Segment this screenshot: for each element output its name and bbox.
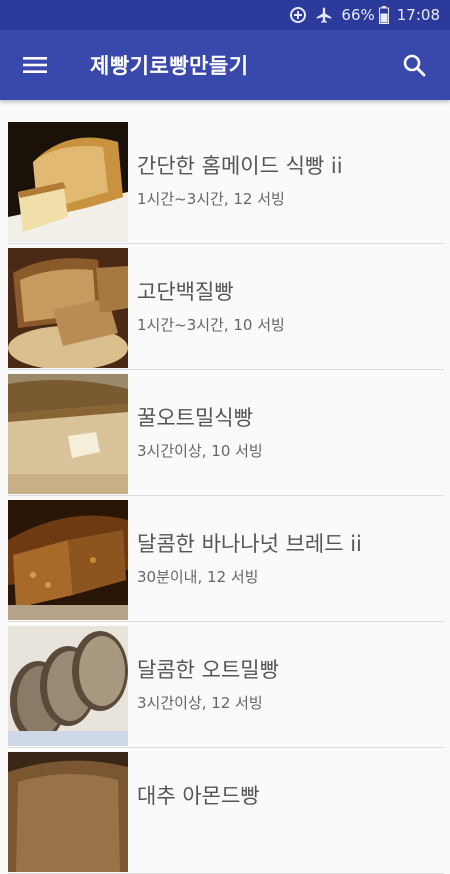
clock: 17:08 <box>396 6 440 24</box>
recipe-meta: 3시간이상, 10 서빙 <box>137 442 263 460</box>
recipe-name: 꿀오트밀식빵 <box>137 406 253 430</box>
battery-icon <box>378 6 389 24</box>
app-bar: 제빵기로빵만들기 <box>0 30 450 100</box>
search-button[interactable] <box>386 30 442 100</box>
recipe-name: 간단한 홈메이드 식빵 ii <box>137 154 343 178</box>
list-item[interactable]: 달콤한 오트밀빵 3시간이상, 12 서빙 <box>8 622 444 748</box>
recipe-thumbnail <box>8 248 128 368</box>
recipe-meta: 30분이내, 12 서빙 <box>137 568 259 586</box>
recipe-thumbnail <box>8 626 128 746</box>
recipe-thumbnail <box>8 374 128 494</box>
airplane-icon <box>315 6 333 24</box>
recipe-name: 대추 아몬드빵 <box>137 784 260 808</box>
recipe-meta: 1시간~3시간, 12 서빙 <box>137 190 285 208</box>
page-title: 제빵기로빵만들기 <box>90 54 249 78</box>
list-item[interactable]: 달콤한 바나나넛 브레드 ii 30분이내, 12 서빙 <box>8 496 444 622</box>
search-icon <box>403 54 426 77</box>
list-item[interactable]: 꿀오트밀식빵 3시간이상, 10 서빙 <box>8 370 444 496</box>
recipe-thumbnail <box>8 122 128 242</box>
recipe-thumbnail <box>8 752 128 872</box>
menu-button[interactable] <box>0 30 70 100</box>
list-item[interactable]: 간단한 홈메이드 식빵 ii 1시간~3시간, 12 서빙 <box>8 118 444 244</box>
recipe-list: 간단한 홈메이드 식빵 ii 1시간~3시간, 12 서빙 고단백질빵 1시간~… <box>0 118 450 874</box>
recipe-name: 고단백질빵 <box>137 280 234 304</box>
list-item[interactable]: 고단백질빵 1시간~3시간, 10 서빙 <box>8 244 444 370</box>
recipe-name: 달콤한 바나나넛 브레드 ii <box>137 532 362 556</box>
battery-percent: 66% <box>341 6 375 24</box>
recipe-name: 달콤한 오트밀빵 <box>137 658 279 682</box>
recipe-meta: 3시간이상, 12 서빙 <box>137 694 263 712</box>
status-bar: 66% 17:08 <box>0 0 450 30</box>
menu-icon <box>23 57 47 73</box>
recipe-meta: 1시간~3시간, 10 서빙 <box>137 316 285 334</box>
list-item[interactable]: 대추 아몬드빵 <box>8 748 444 874</box>
recipe-thumbnail <box>8 500 128 620</box>
data-saver-icon <box>289 6 307 24</box>
